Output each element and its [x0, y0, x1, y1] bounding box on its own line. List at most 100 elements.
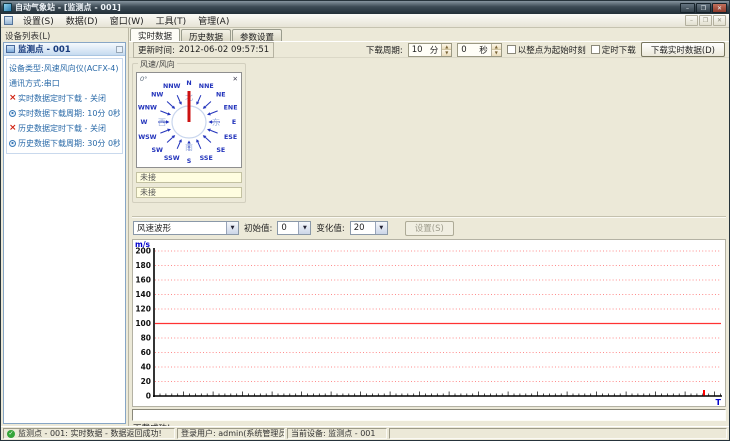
- svg-text:西: 西: [158, 118, 166, 127]
- change-value-label: 变化值:: [316, 224, 345, 234]
- app-icon: [3, 3, 12, 12]
- tab-realtime-data[interactable]: 实时数据: [130, 28, 181, 42]
- current-device-cell: 当前设备: 监测点 - 001: [287, 428, 387, 439]
- menu-item-settings[interactable]: 设置(S): [17, 13, 60, 28]
- app-body: 设备列表(L) 监测点 - 001 设备类型:风速风向仪(ACFX-4) 通讯方…: [1, 28, 729, 434]
- svg-text:m/s: m/s: [135, 240, 151, 249]
- disabled-icon: ×: [9, 123, 17, 133]
- svg-text:ESE: ESE: [224, 134, 237, 141]
- tab-history-data[interactable]: 历史数据: [181, 29, 232, 43]
- close-icon[interactable]: ✕: [712, 2, 727, 13]
- mdi-minimize-icon[interactable]: –: [685, 15, 698, 26]
- wind-group-box: 风速/风向 N NNE NE ENE E ESE SE SSE S SSW SW WSW W WNW NW N…: [132, 59, 246, 203]
- svg-text:140: 140: [135, 290, 151, 299]
- svg-text:SSW: SSW: [164, 155, 180, 162]
- mdi-child-icon[interactable]: [4, 16, 13, 25]
- update-time-box: 更新时间: 2012-06-02 09:57:51: [133, 41, 275, 58]
- svg-text:NE: NE: [216, 92, 226, 99]
- seconds-value[interactable]: 0: [458, 45, 476, 55]
- tab-parameter-settings[interactable]: 参数设置: [232, 29, 283, 43]
- menu-item-data[interactable]: 数据(D): [60, 13, 104, 28]
- waveform-select[interactable]: 风速波形 ▼: [133, 221, 239, 235]
- align-hour-label: 以整点为起始时刻: [517, 45, 586, 56]
- menu-item-manage[interactable]: 管理(A): [192, 13, 235, 28]
- mdi-close-icon[interactable]: ✕: [713, 15, 726, 26]
- device-panel-title: 监测点 - 001: [18, 45, 71, 55]
- update-time-label: 更新时间:: [138, 45, 175, 56]
- settings-button[interactable]: 设置(S): [404, 220, 454, 236]
- svg-text:0°: 0°: [140, 75, 147, 83]
- spin-down-icon[interactable]: ▼: [491, 50, 501, 56]
- pin-icon[interactable]: [116, 45, 123, 53]
- svg-text:NNW: NNW: [163, 83, 181, 90]
- seconds-spinner: ▲ ▼: [490, 43, 501, 56]
- initial-value-label: 初始值:: [244, 224, 273, 234]
- svg-text:WNW: WNW: [138, 104, 157, 111]
- update-time-value: 2012-06-02 09:57:51: [178, 44, 270, 55]
- log-box: [132, 409, 726, 421]
- svg-text:W: W: [141, 119, 148, 126]
- svg-text:80: 80: [141, 334, 151, 343]
- initial-value: 0: [281, 223, 287, 233]
- history-period-text: 历史数据下载周期: 30分 0秒: [18, 139, 120, 148]
- comm-mode-line: 通讯方式:串口: [9, 78, 120, 89]
- menu-bar: 设置(S) 数据(D) 窗口(W) 工具(T) 管理(A) – ❐ ✕: [1, 14, 729, 28]
- spin-down-icon[interactable]: ▼: [442, 50, 452, 56]
- initial-value-select[interactable]: 0 ▼: [277, 221, 312, 235]
- download-realtime-button[interactable]: 下载实时数据(D): [640, 42, 725, 57]
- realtime-period-line: 实时数据下载周期: 10分 0秒: [9, 108, 120, 119]
- timed-download-checkbox[interactable]: [590, 45, 600, 54]
- chevron-down-icon[interactable]: ▼: [374, 222, 387, 234]
- realtime-toolbar: 更新时间: 2012-06-02 09:57:51 下载周期: 10 分 ▲ ▼: [129, 41, 729, 58]
- device-type-text: 设备类型:风速风向仪(ACFX-4): [9, 64, 119, 73]
- seconds-unit: 秒: [479, 45, 488, 56]
- device-type-line: 设备类型:风速风向仪(ACFX-4): [9, 63, 120, 74]
- svg-text:E: E: [232, 119, 236, 126]
- mdi-restore-icon[interactable]: ❐: [699, 15, 712, 26]
- svg-text:40: 40: [141, 363, 151, 372]
- seconds-stepper[interactable]: 0 秒 ▲ ▼: [457, 42, 502, 57]
- success-check-icon: ✓: [7, 429, 15, 438]
- window-controls: – ❐ ✕: [680, 2, 727, 13]
- realtime-content: 风速/风向 N NNE NE ENE E ESE SE SSE S SSW SW WSW W WNW NW N…: [129, 58, 729, 434]
- chevron-down-icon[interactable]: ▼: [226, 222, 238, 234]
- device-info: 设备类型:风速风向仪(ACFX-4) 通讯方式:串口 × 实时数据定时下载 - …: [6, 58, 123, 154]
- device-panel: 监测点 - 001 设备类型:风速风向仪(ACFX-4) 通讯方式:串口 × 实…: [3, 42, 126, 424]
- svg-text:ENE: ENE: [224, 104, 238, 111]
- svg-text:南: 南: [185, 142, 193, 152]
- wind-speed-chart: 0 20 40 60 80 100 120 140 160 180 200 m/s T: [132, 239, 726, 407]
- history-timer-text: 历史数据定时下载 - 关闭: [18, 124, 106, 133]
- menu-item-tools[interactable]: 工具(T): [150, 13, 193, 28]
- align-hour-checkbox[interactable]: [506, 45, 516, 54]
- login-user-cell: 登录用户: admin(系统管理员): [177, 428, 285, 439]
- realtime-timer-line: × 实时数据定时下载 - 关闭: [9, 93, 120, 104]
- minutes-value[interactable]: 10: [409, 45, 427, 55]
- svg-text:S: S: [187, 158, 192, 165]
- status-bar: ✓ 监测点 - 001: 实时数据 - 数据返回成功! 登录用户: admin(…: [1, 426, 729, 440]
- svg-text:NW: NW: [151, 92, 163, 99]
- svg-text:N: N: [186, 80, 191, 87]
- chevron-down-icon[interactable]: ▼: [298, 222, 311, 234]
- device-list-header: 设备列表(L): [5, 32, 51, 42]
- svg-text:SSE: SSE: [200, 155, 213, 162]
- change-value-select[interactable]: 20 ▼: [349, 221, 388, 235]
- svg-text:T: T: [716, 398, 722, 407]
- minimize-icon[interactable]: –: [680, 2, 695, 13]
- maximize-icon[interactable]: ❐: [696, 2, 711, 13]
- timed-download-label: 定时下载: [601, 45, 636, 56]
- menu-item-window[interactable]: 窗口(W): [104, 13, 150, 28]
- device-panel-header[interactable]: 监测点 - 001: [4, 43, 125, 56]
- svg-text:160: 160: [135, 276, 151, 285]
- wind-speed-field: 未接: [136, 172, 242, 183]
- svg-text:NNE: NNE: [199, 83, 214, 90]
- svg-text:东: 东: [212, 117, 220, 127]
- tab-bar: 实时数据 历史数据 参数设置: [129, 28, 729, 43]
- minutes-spinner: ▲ ▼: [441, 43, 452, 56]
- period-label: 下载周期:: [365, 45, 403, 56]
- svg-text:SE: SE: [216, 147, 225, 154]
- minutes-stepper[interactable]: 10 分 ▲ ▼: [407, 42, 453, 57]
- chart-controls: 风速波形 ▼ 初始值: 0 ▼ 变化值: 20 ▼ 设置(S): [132, 218, 726, 238]
- disabled-icon: ×: [9, 93, 17, 103]
- svg-text:20: 20: [141, 377, 151, 386]
- device-icon: [6, 45, 15, 53]
